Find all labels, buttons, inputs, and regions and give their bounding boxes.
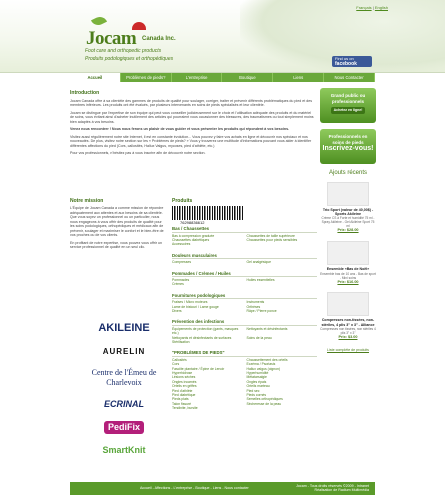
category-link[interactable]: Huiles essentielles [247, 278, 318, 282]
category-link[interactable]: Gel analgésique [247, 260, 318, 264]
register-button[interactable]: Inscrivez-vous! [320, 145, 376, 154]
category-title[interactable]: Prévention des infections [172, 319, 317, 326]
facebook-button[interactable]: Find us on facebook [332, 56, 372, 67]
category-items: Compresses Gel analgésique [172, 260, 317, 264]
intro-paragraph: Pour vos professionnels, n'hésitez pas à… [70, 151, 206, 156]
tagline-fr: Produits podologiques et orthopédiques [85, 56, 174, 62]
product-category: Prévention des infections Équipements de … [172, 319, 317, 344]
mission-paragraph: L'Équipe de Jocam Canada a comme mission… [70, 206, 164, 238]
category-link[interactable]: Compresses [172, 260, 243, 264]
recent-product[interactable]: Trio Sport (valeur de 40,00$) - Sports A… [320, 181, 376, 234]
emeu-logo[interactable]: Centre de l'Émeu de Charlevoix [88, 368, 160, 388]
brand-suffix: Canada Inc. [142, 36, 176, 42]
ecrinal-logo[interactable]: ECRINAL [88, 399, 160, 410]
pedifix-logo[interactable]: PediFix [88, 421, 160, 435]
nav-item-accueil[interactable]: Accueil [70, 73, 121, 82]
footer-links[interactable]: Accueil - Affections - L'entreprise - Bo… [140, 486, 249, 490]
nav-item-boutique[interactable]: Boutique [222, 73, 274, 82]
category-title[interactable]: Douleurs musculaires [172, 253, 317, 260]
recent-additions-title: Ajouts récents [328, 170, 368, 176]
product-name[interactable]: Compresses non-tissées, non-stériles, 4 … [320, 318, 376, 327]
product-image[interactable] [327, 241, 369, 266]
category-link[interactable]: Stérilisation [172, 340, 243, 344]
aurelin-logo[interactable]: AURELIN [88, 347, 160, 357]
right-sidebar: Grand public ou professionnels Achetez e… [320, 88, 376, 353]
akileine-logo[interactable]: AKILEINE [88, 322, 160, 336]
category-items: Callosités Chaussettement des orteils Cors… [172, 358, 317, 411]
promo-register[interactable]: Professionnels en soins de pieds Inscriv… [320, 129, 376, 164]
partner-logos: AKILEINE AURELIN Centre de l'Émeu de Cha… [88, 322, 160, 468]
product-category: Douleurs musculaires Compresses Gel analgé… [172, 253, 317, 265]
language-switch: Français | English [356, 5, 388, 10]
nav-item-contact[interactable]: Nous Contacter [324, 73, 375, 82]
product-description: Ensemble bas de 10 ans - Bas de sport - … [320, 271, 376, 280]
category-link[interactable]: Tendinite, bursite [172, 406, 243, 410]
product-image[interactable] [327, 181, 369, 206]
buy-online-button[interactable]: Achetez en ligne! [330, 107, 366, 114]
mission-section: Notre mission L'Équipe de Jocam Canada a… [70, 198, 166, 253]
intro-paragraph: Jocam Canada offre à sa clientèle des ga… [70, 99, 312, 108]
intro-title: Introduction [70, 90, 100, 96]
category-link[interactable]: Équipements de protection (gants, masque… [172, 327, 243, 336]
nav-item-entreprise[interactable]: L'entreprise [172, 73, 223, 82]
logo-leaf-icon [90, 14, 108, 28]
category-title[interactable]: Fournitures podologiques [172, 293, 317, 300]
product-category: Bas / Chaussettes Bas à compression gradu… [172, 226, 317, 247]
recent-product[interactable]: Compresses non-tissées, non-stériles, 4 … [320, 292, 376, 340]
all-products-link[interactable]: Liste complète de produits [320, 348, 376, 352]
category-link[interactable]: Soins de la peau [247, 336, 318, 340]
nav-item-problemes[interactable]: Problèmes de pieds? [121, 73, 172, 82]
category-link[interactable]: Râpe / Pierre ponce [247, 309, 318, 313]
intro-section: Jocam Canada offre à sa clientèle des ga… [70, 97, 315, 159]
lang-en-link[interactable]: English [375, 5, 388, 10]
nav-item-liens[interactable]: Liens [273, 73, 325, 82]
product-image[interactable] [327, 292, 369, 317]
category-items: Équipements de protection (gants, masque… [172, 327, 317, 345]
category-link[interactable]: Chaussettes pour pieds sensibles [247, 238, 318, 242]
product-description: Crème CS à Forte et humidité 75 ml - Spr… [321, 216, 375, 229]
category-link[interactable]: Divers [172, 309, 243, 313]
main-navigation: Accueil Problèmes de pieds? L'entreprise… [70, 73, 375, 82]
product-price[interactable]: Prix: $16.00 [320, 280, 376, 285]
product-price[interactable]: Prix: $28.00 [320, 228, 376, 233]
category-link[interactable]: Crèmes [172, 282, 243, 286]
category-link[interactable]: Nettoyants et désinfectants [247, 327, 318, 336]
products-title: Produits [172, 198, 193, 204]
category-items: Fraises / Micro moteurs Instruments Lame d… [172, 300, 317, 313]
product-price[interactable]: Prix: $3.00 [320, 335, 376, 340]
recent-product[interactable]: Ensemble «Bas de Noël» Ensemble bas de 1… [320, 241, 376, 284]
category-title[interactable]: Bas / Chaussettes [172, 226, 317, 233]
site-header: Français | English Jocam Canada Inc. Foo… [0, 0, 445, 73]
promo-buy-online[interactable]: Grand public ou professionnels Achetez e… [320, 88, 376, 123]
product-category: "PROBLÈMES DE PIEDS" Callosités Chaussette… [172, 350, 317, 410]
lang-fr-link[interactable]: Français [356, 5, 371, 10]
products-section: Produits 76298836612 Bas / Chaussettes Ba… [172, 198, 317, 411]
mission-title: Notre mission [70, 198, 104, 204]
category-items: Bas à compression graduée Chaussettes de … [172, 234, 317, 247]
intro-paragraph: Visitez aussi régulièrement notre site I… [70, 134, 312, 148]
product-name[interactable]: Trio Sport (valeur de 40,00$) - Sports A… [320, 208, 376, 217]
category-items: Pommades Huiles essentielles Crèmes [172, 278, 317, 287]
product-category: Fournitures podologiques Fraises / Micro … [172, 293, 317, 314]
product-description: Compresses non tissées, non stériles 4 p… [320, 327, 376, 336]
category-title[interactable]: Pommades / Crèmes / Huiles [172, 271, 317, 277]
intro-paragraph: Venez nous rencontrer ! Nous nous ferons… [70, 127, 290, 132]
mission-paragraph: En profitant de notre expertise, vous po… [70, 240, 163, 250]
tagline-en: Foot care and orthopedic products [85, 48, 162, 54]
barcode-image: 76298836612 [172, 206, 244, 226]
smartknit-logo[interactable]: SmartKnit [88, 445, 160, 456]
product-categories: Bas / Chaussettes Bas à compression gradu… [172, 226, 317, 410]
intro-paragraph: Jocam se distingue par l'expertise de so… [70, 110, 314, 124]
category-link[interactable]: Accessoires [172, 242, 243, 246]
category-title[interactable]: "PROBLÈMES DE PIEDS" [172, 350, 317, 357]
product-category: Pommades / Crèmes / Huiles Pommades Huiles… [172, 271, 317, 287]
site-footer: Accueil - Affections - L'entreprise - Bo… [70, 482, 375, 495]
category-link[interactable]: Sécheresse de la peau [247, 402, 318, 406]
footer-copyright: Jocam - Tous droits réservés ©2009 - Int… [296, 484, 369, 493]
